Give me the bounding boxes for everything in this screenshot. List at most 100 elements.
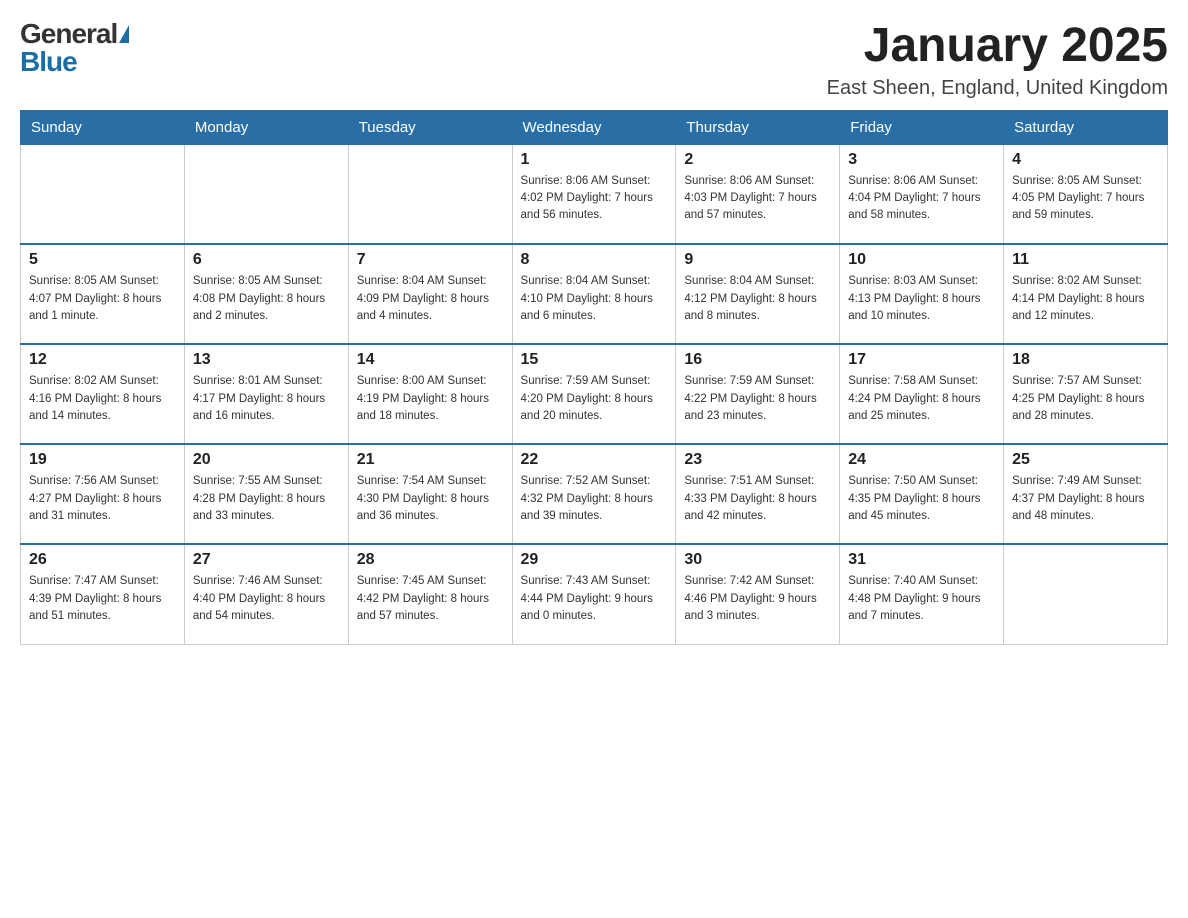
day-number: 4 xyxy=(1012,151,1159,169)
day-number: 30 xyxy=(684,551,831,569)
calendar-header-row: Sunday Monday Tuesday Wednesday Thursday… xyxy=(21,110,1168,144)
table-row: 30 Sunrise: 7:42 AM Sunset: 4:46 PM Dayli… xyxy=(676,544,840,644)
calendar-week-2: 5Sunrise: 8:05 AM Sunset: 4:07 PM Daylig… xyxy=(21,244,1168,344)
table-row: 22 Sunrise: 7:52 AM Sunset: 4:32 PM Dayli… xyxy=(512,444,676,544)
table-row: 5Sunrise: 8:05 AM Sunset: 4:07 PM Daylig… xyxy=(21,244,185,344)
title-section: January 2025 East Sheen, England, United… xyxy=(827,20,1168,100)
header-friday: Friday xyxy=(840,110,1004,144)
day-number: 16 xyxy=(684,351,831,369)
day-info: Sunrise: 8:06 AM Sunset: 4:03 PM Dayligh… xyxy=(684,173,831,225)
day-number: 23 xyxy=(684,451,831,469)
table-row: 29 Sunrise: 7:43 AM Sunset: 4:44 PM Dayli… xyxy=(512,544,676,644)
day-info: Sunrise: 7:50 AM Sunset: 4:35 PM Dayligh… xyxy=(848,473,995,525)
day-number: 21 xyxy=(357,451,504,469)
day-info: Sunrise: 7:43 AM Sunset: 4:44 PM Dayligh… xyxy=(521,573,668,625)
logo: General Blue xyxy=(20,20,129,76)
day-info: Sunrise: 8:05 AM Sunset: 4:05 PM Dayligh… xyxy=(1012,173,1159,225)
day-info: Sunrise: 8:04 AM Sunset: 4:09 PM Dayligh… xyxy=(357,273,504,325)
day-number: 24 xyxy=(848,451,995,469)
day-info: Sunrise: 7:52 AM Sunset: 4:32 PM Dayligh… xyxy=(521,473,668,525)
day-number: 1 xyxy=(521,151,668,169)
day-number: 27 xyxy=(193,551,340,569)
day-info: Sunrise: 7:46 AM Sunset: 4:40 PM Dayligh… xyxy=(193,573,340,625)
day-number: 20 xyxy=(193,451,340,469)
table-row: 25 Sunrise: 7:49 AM Sunset: 4:37 PM Dayli… xyxy=(1004,444,1168,544)
table-row: 11Sunrise: 8:02 AM Sunset: 4:14 PM Dayli… xyxy=(1004,244,1168,344)
day-number: 25 xyxy=(1012,451,1159,469)
table-row: 13Sunrise: 8:01 AM Sunset: 4:17 PM Dayli… xyxy=(184,344,348,444)
month-title: January 2025 xyxy=(827,20,1168,73)
day-info: Sunrise: 8:05 AM Sunset: 4:07 PM Dayligh… xyxy=(29,273,176,325)
page-header: General Blue January 2025 East Sheen, En… xyxy=(20,20,1168,100)
day-number: 14 xyxy=(357,351,504,369)
table-row: 28 Sunrise: 7:45 AM Sunset: 4:42 PM Dayli… xyxy=(348,544,512,644)
day-info: Sunrise: 7:56 AM Sunset: 4:27 PM Dayligh… xyxy=(29,473,176,525)
header-sunday: Sunday xyxy=(21,110,185,144)
logo-blue-text: Blue xyxy=(20,48,77,76)
day-info: Sunrise: 8:00 AM Sunset: 4:19 PM Dayligh… xyxy=(357,373,504,425)
table-row xyxy=(348,144,512,244)
table-row: 23Sunrise: 7:51 AM Sunset: 4:33 PM Dayli… xyxy=(676,444,840,544)
table-row: 7Sunrise: 8:04 AM Sunset: 4:09 PM Daylig… xyxy=(348,244,512,344)
table-row: 27 Sunrise: 7:46 AM Sunset: 4:40 PM Dayli… xyxy=(184,544,348,644)
day-info: Sunrise: 8:03 AM Sunset: 4:13 PM Dayligh… xyxy=(848,273,995,325)
day-info: Sunrise: 8:02 AM Sunset: 4:16 PM Dayligh… xyxy=(29,373,176,425)
header-thursday: Thursday xyxy=(676,110,840,144)
day-info: Sunrise: 8:04 AM Sunset: 4:10 PM Dayligh… xyxy=(521,273,668,325)
day-info: Sunrise: 7:58 AM Sunset: 4:24 PM Dayligh… xyxy=(848,373,995,425)
day-number: 29 xyxy=(521,551,668,569)
day-info: Sunrise: 7:40 AM Sunset: 4:48 PM Dayligh… xyxy=(848,573,995,625)
table-row: 17 Sunrise: 7:58 AM Sunset: 4:24 PM Dayli… xyxy=(840,344,1004,444)
day-number: 17 xyxy=(848,351,995,369)
table-row: 6Sunrise: 8:05 AM Sunset: 4:08 PM Daylig… xyxy=(184,244,348,344)
header-tuesday: Tuesday xyxy=(348,110,512,144)
table-row: 15 Sunrise: 7:59 AM Sunset: 4:20 PM Dayli… xyxy=(512,344,676,444)
day-number: 8 xyxy=(521,251,668,269)
table-row xyxy=(1004,544,1168,644)
day-number: 28 xyxy=(357,551,504,569)
table-row: 8 Sunrise: 8:04 AM Sunset: 4:10 PM Daylig… xyxy=(512,244,676,344)
header-wednesday: Wednesday xyxy=(512,110,676,144)
location-text: East Sheen, England, United Kingdom xyxy=(827,77,1168,100)
day-info: Sunrise: 7:59 AM Sunset: 4:20 PM Dayligh… xyxy=(521,373,668,425)
table-row: 20 Sunrise: 7:55 AM Sunset: 4:28 PM Dayli… xyxy=(184,444,348,544)
table-row: 4 Sunrise: 8:05 AM Sunset: 4:05 PM Daylig… xyxy=(1004,144,1168,244)
day-info: Sunrise: 7:59 AM Sunset: 4:22 PM Dayligh… xyxy=(684,373,831,425)
day-info: Sunrise: 8:04 AM Sunset: 4:12 PM Dayligh… xyxy=(684,273,831,325)
day-info: Sunrise: 8:05 AM Sunset: 4:08 PM Dayligh… xyxy=(193,273,340,325)
table-row: 10Sunrise: 8:03 AM Sunset: 4:13 PM Dayli… xyxy=(840,244,1004,344)
day-number: 3 xyxy=(848,151,995,169)
table-row: 19 Sunrise: 7:56 AM Sunset: 4:27 PM Dayli… xyxy=(21,444,185,544)
header-monday: Monday xyxy=(184,110,348,144)
day-info: Sunrise: 7:57 AM Sunset: 4:25 PM Dayligh… xyxy=(1012,373,1159,425)
table-row: 14 Sunrise: 8:00 AM Sunset: 4:19 PM Dayli… xyxy=(348,344,512,444)
table-row: 18 Sunrise: 7:57 AM Sunset: 4:25 PM Dayli… xyxy=(1004,344,1168,444)
day-number: 13 xyxy=(193,351,340,369)
table-row: 31 Sunrise: 7:40 AM Sunset: 4:48 PM Dayli… xyxy=(840,544,1004,644)
calendar-week-5: 26Sunrise: 7:47 AM Sunset: 4:39 PM Dayli… xyxy=(21,544,1168,644)
day-number: 19 xyxy=(29,451,176,469)
day-info: Sunrise: 7:45 AM Sunset: 4:42 PM Dayligh… xyxy=(357,573,504,625)
table-row: 9 Sunrise: 8:04 AM Sunset: 4:12 PM Daylig… xyxy=(676,244,840,344)
day-number: 26 xyxy=(29,551,176,569)
day-number: 15 xyxy=(521,351,668,369)
logo-general-text: General xyxy=(20,20,117,48)
table-row: 2Sunrise: 8:06 AM Sunset: 4:03 PM Daylig… xyxy=(676,144,840,244)
table-row: 3Sunrise: 8:06 AM Sunset: 4:04 PM Daylig… xyxy=(840,144,1004,244)
table-row: 21Sunrise: 7:54 AM Sunset: 4:30 PM Dayli… xyxy=(348,444,512,544)
day-number: 18 xyxy=(1012,351,1159,369)
day-info: Sunrise: 8:06 AM Sunset: 4:02 PM Dayligh… xyxy=(521,173,668,225)
day-number: 11 xyxy=(1012,251,1159,269)
table-row xyxy=(21,144,185,244)
logo-triangle-icon xyxy=(119,25,129,43)
table-row xyxy=(184,144,348,244)
day-info: Sunrise: 7:49 AM Sunset: 4:37 PM Dayligh… xyxy=(1012,473,1159,525)
table-row: 26Sunrise: 7:47 AM Sunset: 4:39 PM Dayli… xyxy=(21,544,185,644)
day-info: Sunrise: 7:55 AM Sunset: 4:28 PM Dayligh… xyxy=(193,473,340,525)
day-number: 9 xyxy=(684,251,831,269)
day-info: Sunrise: 7:42 AM Sunset: 4:46 PM Dayligh… xyxy=(684,573,831,625)
day-number: 22 xyxy=(521,451,668,469)
table-row: 1 Sunrise: 8:06 AM Sunset: 4:02 PM Daylig… xyxy=(512,144,676,244)
day-number: 31 xyxy=(848,551,995,569)
table-row: 12Sunrise: 8:02 AM Sunset: 4:16 PM Dayli… xyxy=(21,344,185,444)
